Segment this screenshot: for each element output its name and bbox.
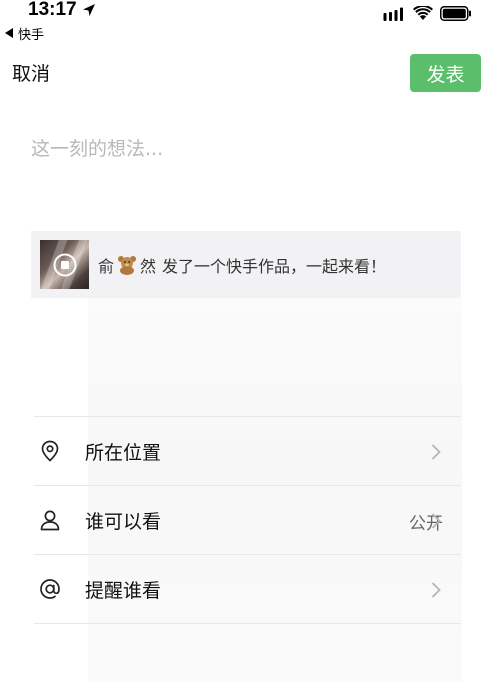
location-option[interactable]: 所在位置: [0, 417, 500, 485]
video-thumbnail: [40, 240, 89, 289]
author-name-second: 然: [140, 257, 157, 276]
person-icon: [40, 510, 60, 531]
location-label: 所在位置: [85, 442, 162, 464]
back-app-label: 快手: [18, 27, 45, 43]
chevron-right-icon: [431, 444, 441, 460]
at-sign-icon: [40, 579, 60, 599]
remind-option[interactable]: 提醒谁看: [0, 555, 500, 623]
battery-icon: [440, 6, 471, 21]
shared-card-text: 俞 然 发了一个快手作品，一起来看！: [98, 253, 386, 277]
back-triangle-icon: [5, 28, 13, 38]
chevron-right-icon: [431, 582, 441, 598]
publish-button[interactable]: 发表: [410, 54, 481, 92]
author-name-first: 俞: [98, 257, 115, 276]
signal-strength-icon: [383, 7, 403, 21]
chevron-right-icon: [431, 513, 441, 529]
shared-video-card[interactable]: 俞 然 发了一个快手作品，一起来看！: [31, 231, 461, 298]
status-time: 13:17: [28, 0, 77, 20]
location-pin-icon: [41, 440, 59, 462]
location-arrow-icon: [83, 4, 95, 16]
teddy-bear-emoji-icon: [118, 256, 137, 275]
remind-label: 提醒谁看: [85, 580, 162, 602]
shared-card-message: 发了一个快手作品，一起来看！: [162, 257, 387, 276]
divider: [34, 623, 461, 624]
visibility-option[interactable]: 谁可以看 公开: [0, 486, 500, 554]
visibility-label: 谁可以看: [85, 511, 162, 533]
thought-input[interactable]: [31, 126, 461, 224]
wifi-icon: [413, 6, 433, 20]
play-icon: [53, 253, 77, 277]
status-bar: 13:17 快手: [0, 0, 500, 43]
back-to-app-link[interactable]: 快手: [5, 24, 45, 43]
cancel-button[interactable]: 取消: [12, 60, 50, 88]
